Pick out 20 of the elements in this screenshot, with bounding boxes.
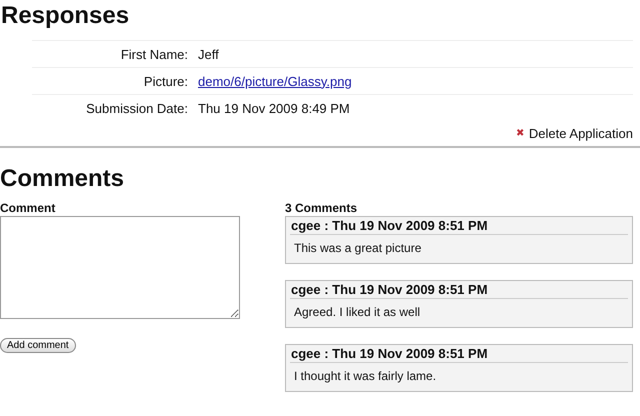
field-label: First Name: [120, 46, 188, 62]
comment-label: Comment [0, 201, 56, 216]
comment-header: cgee : Thu 19 Nov 2009 8:51 PM [290, 345, 628, 363]
comment-body: This was a great picture [293, 240, 422, 257]
delete-link[interactable]: Delete Application [528, 126, 633, 140]
comment-body: I thought it was fairly lame. [293, 368, 438, 385]
field-value: Jeff [198, 46, 220, 62]
delete-icon[interactable]: ✖ [516, 127, 524, 139]
picture-link[interactable]: demo/6/picture/Glassy.png [198, 74, 352, 88]
field-label: Submission Date: [85, 100, 188, 116]
page-title: Responses [0, 1, 130, 31]
comment-header: cgee : Thu 19 Nov 2009 8:51 PM [290, 217, 628, 235]
comment-body: Agreed. I liked it as well [293, 304, 422, 321]
comment-header: cgee : Thu 19 Nov 2009 8:51 PM [290, 281, 628, 299]
field-value: Thu 19 Nov 2009 8:49 PM [198, 100, 351, 116]
field-label: Picture: [142, 74, 188, 88]
comment-count: 3 Comments [285, 201, 358, 216]
add-comment-button[interactable]: Add comment [0, 338, 76, 353]
comment-field[interactable] [0, 216, 240, 319]
section-title: Comments [0, 164, 126, 194]
